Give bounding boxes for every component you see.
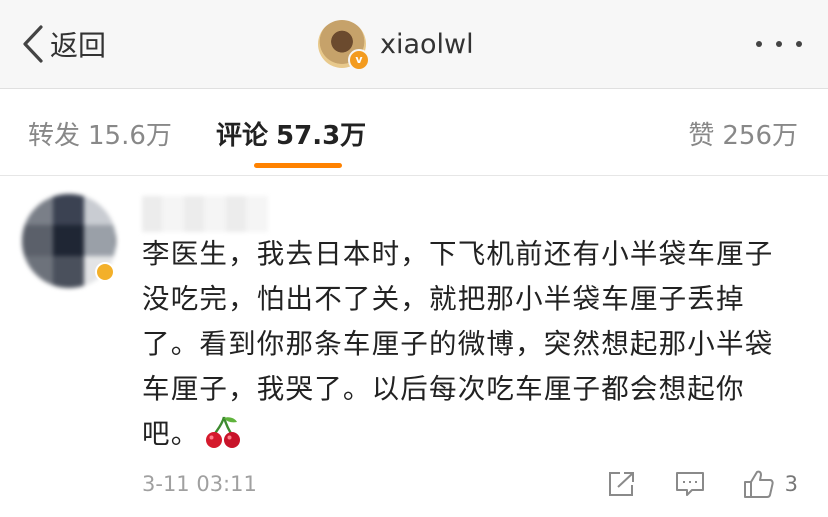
verified-badge: v [348,49,370,71]
share-icon [608,472,634,496]
more-icon [756,41,762,47]
avatar[interactable]: v [318,20,370,71]
tab-count: 15.6万 [88,121,172,151]
comment-icon [675,472,704,496]
comment-item: 李医生，我去日本时，下飞机前还有小半袋车厘子没吃完，怕出不了关，就把那小半袋车厘… [0,176,828,517]
like-count: 3 [784,472,798,496]
more-icon-dot [796,41,802,47]
back-label: 返回 [50,29,107,62]
commenter-name-blurred[interactable] [142,196,268,232]
back-button[interactable]: 返回 [22,22,106,66]
tab-count: 256万 [722,121,798,151]
avatar-pixel [22,225,53,256]
avatar-pixel [53,256,84,287]
thumbs-up-icon [743,470,774,498]
post-author[interactable]: v xiaolwl [318,18,474,71]
comment-timestamp: 3-11 03:11 [142,472,257,496]
tab-label: 赞 [688,121,715,151]
top-navbar: 返回 v xiaolwl [0,0,828,89]
avatar-pixel [22,256,53,287]
avatar-pixel [53,225,84,256]
tab-label: 转发 [28,121,81,151]
avatar-pixel [84,225,115,256]
tab-reposts[interactable]: 转发 15.6万 [28,115,172,152]
share-button[interactable] [607,470,637,498]
username[interactable]: xiaolwl [380,29,474,60]
tab-label: 评论 [216,121,269,151]
cherry-icon [206,416,241,448]
like-button[interactable]: 3 [743,469,798,499]
chevron-left-icon [23,25,43,63]
comment-actions: 3 [607,468,798,500]
member-badge [95,262,115,282]
more-icon-dot [776,41,782,47]
comment-text: 李医生，我去日本时，下飞机前还有小半袋车厘子没吃完，怕出不了关，就把那小半袋车厘… [142,232,792,457]
tab-likes[interactable]: 赞 256万 [688,115,798,152]
avatar-pixel [22,194,53,225]
reply-button[interactable] [675,470,705,498]
tab-count: 57.3万 [276,121,367,151]
more-button[interactable] [756,30,802,58]
avatar-pixel [53,194,84,225]
tab-comments[interactable]: 评论 57.3万 [216,115,366,152]
active-tab-indicator [254,163,342,168]
tab-bar: 转发 15.6万 评论 57.3万 赞 256万 [0,89,828,176]
avatar-pixel [84,194,115,225]
